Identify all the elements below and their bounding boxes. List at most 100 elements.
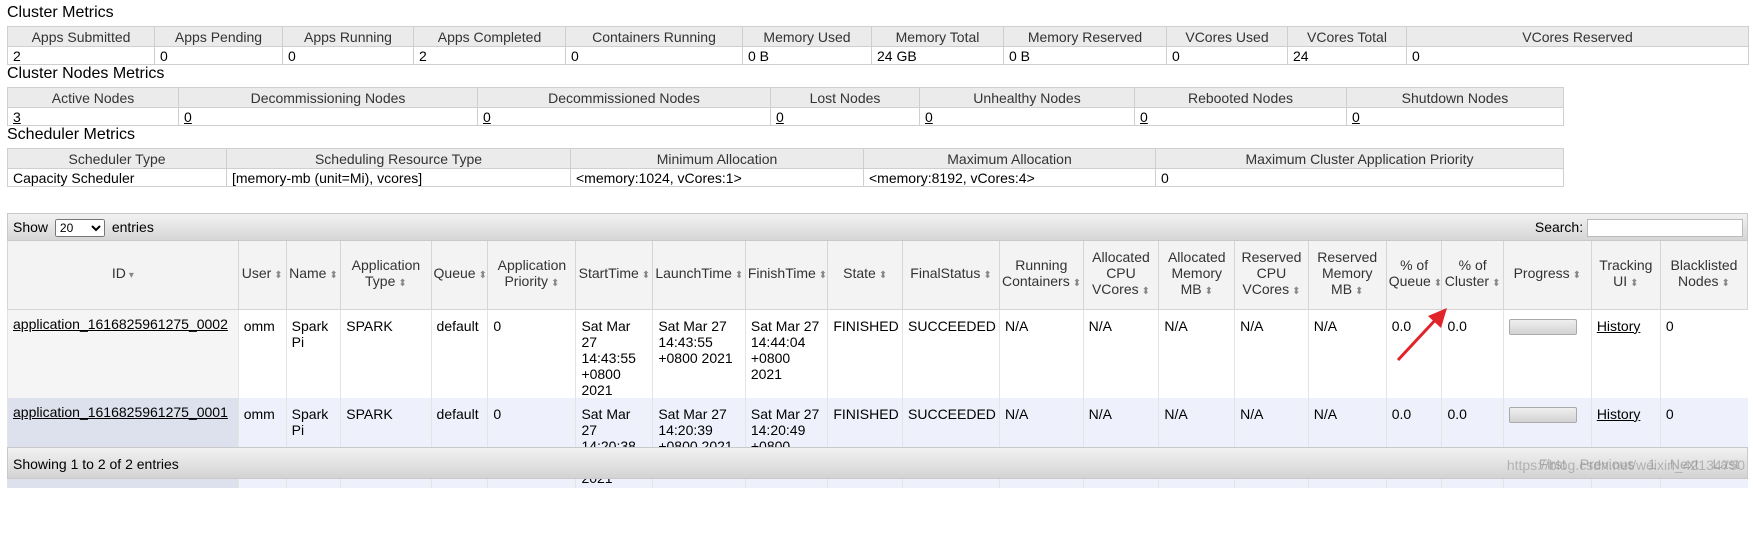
column-header-label: ID <box>111 265 126 282</box>
cluster-metrics-title: Cluster Metrics <box>7 4 114 21</box>
sort-icon: ⬍ <box>1630 278 1639 290</box>
sort-icon: ⬍ <box>329 270 338 282</box>
column-header[interactable]: % of Cluster ⬍ <box>1441 241 1504 310</box>
sort-icon: ⬍ <box>551 278 560 290</box>
final-status-cell: SUCCEEDED <box>902 309 1000 398</box>
column-header[interactable]: Name ⬍ <box>285 241 342 310</box>
sort-icon: ⬍ <box>1204 286 1213 298</box>
cluster_metrics-header: Apps Submitted <box>7 26 155 47</box>
column-header[interactable]: Running Containers ⬍ <box>998 241 1084 310</box>
column-header[interactable]: Tracking UI ⬍ <box>1590 241 1661 310</box>
user-cell: omm <box>237 309 287 398</box>
column-header[interactable]: Application Priority ⬍ <box>487 241 577 310</box>
nodes_metrics-value-link[interactable]: 3 <box>13 109 21 125</box>
column-header[interactable]: ID ▾ <box>7 241 239 310</box>
tracking-ui-link[interactable]: History <box>1597 406 1641 422</box>
cluster_metrics-header: VCores Total <box>1287 26 1407 47</box>
nodes_metrics-value-link[interactable]: 0 <box>1352 109 1360 125</box>
cluster_metrics-header: Containers Running <box>565 26 743 47</box>
scheduler_metrics-value: <memory:1024, vCores:1> <box>570 168 864 187</box>
alloc-vcores-cell: N/A <box>1082 309 1159 398</box>
column-header-label: StartTime <box>578 265 639 282</box>
scheduler_metrics-header: Maximum Cluster Application Priority <box>1155 148 1564 169</box>
nodes_metrics-cell: 0 <box>919 107 1135 126</box>
progress-cell <box>1502 309 1592 398</box>
cluster_metrics-header: Memory Total <box>871 26 1004 47</box>
nodes-metrics-table: Active Nodes Decommissioning Nodes Decommi… <box>7 87 1564 126</box>
column-header[interactable]: FinishTime ⬍ <box>744 241 829 310</box>
nodes_metrics-value-link[interactable]: 0 <box>925 109 933 125</box>
scheduler-metrics-table: Scheduler Type Scheduling Resource Type Mi… <box>7 148 1564 187</box>
nodes_metrics-value-link[interactable]: 0 <box>184 109 192 125</box>
application-id-link[interactable]: application_1616825961275_0002 <box>13 316 228 332</box>
res-mem-cell: N/A <box>1307 309 1387 398</box>
cluster_metrics-header: Apps Completed <box>413 26 566 47</box>
column-header[interactable]: Allocated CPU VCores ⬍ <box>1082 241 1160 310</box>
sort-icon: ⬍ <box>878 270 888 282</box>
nodes_metrics-value-link[interactable]: 0 <box>1140 109 1148 125</box>
column-header-label: Reserved Memory MB <box>1317 249 1378 298</box>
nodes_metrics-header: Rebooted Nodes <box>1134 87 1347 108</box>
scheduler_metrics-value: <memory:8192, vCores:4> <box>863 168 1156 187</box>
column-header[interactable]: State ⬍ <box>827 241 904 310</box>
column-header[interactable]: Application Type ⬍ <box>340 241 432 310</box>
cluster_metrics-value: 0 B <box>742 46 872 65</box>
column-header[interactable]: LaunchTime ⬍ <box>652 241 746 310</box>
sort-icon: ▾ <box>128 270 134 282</box>
search-input[interactable] <box>1587 219 1743 238</box>
sort-icon: ⬍ <box>478 270 487 282</box>
cluster_metrics-value: 0 <box>154 46 283 65</box>
column-header[interactable]: FinalStatus ⬍ <box>902 241 1000 310</box>
nodes_metrics-value-link[interactable]: 0 <box>483 109 491 125</box>
column-header[interactable]: % of Queue ⬍ <box>1385 241 1443 310</box>
tracking-ui-link[interactable]: History <box>1597 318 1641 334</box>
column-header[interactable]: Progress ⬍ <box>1502 241 1592 310</box>
alloc-mem-cell: N/A <box>1158 309 1235 398</box>
column-header[interactable]: User ⬍ <box>237 241 287 310</box>
nodes_metrics-header: Decommissioning Nodes <box>178 87 478 108</box>
column-header[interactable]: Reserved CPU VCores ⬍ <box>1234 241 1309 310</box>
nodes_metrics-value-link[interactable]: 0 <box>776 109 784 125</box>
cluster_metrics-header: Memory Used <box>742 26 872 47</box>
column-header[interactable]: Reserved Memory MB ⬍ <box>1307 241 1387 310</box>
nodes_metrics-cell: 0 <box>477 107 771 126</box>
scheduler_metrics-header: Scheduler Type <box>7 148 227 169</box>
cluster_metrics-header: VCores Reserved <box>1406 26 1749 47</box>
cluster_metrics-header: VCores Used <box>1166 26 1288 47</box>
page-size-select[interactable]: 20 <box>54 219 105 237</box>
column-header-label: Tracking UI <box>1599 257 1653 290</box>
nodes_metrics-header: Unhealthy Nodes <box>919 87 1135 108</box>
cluster_metrics-value: 0 <box>1166 46 1288 65</box>
cluster_metrics-header: Memory Reserved <box>1003 26 1167 47</box>
column-header[interactable]: Allocated Memory MB ⬍ <box>1158 241 1236 310</box>
application-id-link[interactable]: application_1616825961275_0001 <box>13 404 228 420</box>
res-vcores-cell: N/A <box>1234 309 1309 398</box>
progress-bar <box>1508 406 1577 423</box>
launch-cell: Sat Mar 27 14:43:55 +0800 2021 <box>652 309 746 398</box>
scheduler_metrics-value: 0 <box>1155 168 1564 187</box>
search-control: Search: <box>1535 219 1743 238</box>
column-header-label: FinalStatus <box>910 265 981 282</box>
column-header-label: User <box>241 265 272 282</box>
table-toolbar: Show 20 entries Search: <box>7 213 1748 241</box>
nodes_metrics-header: Shutdown Nodes <box>1346 87 1564 108</box>
sort-icon: ⬍ <box>1292 286 1301 298</box>
annotation-arrow-icon <box>1396 308 1447 362</box>
column-header-label: FinishTime <box>747 265 816 282</box>
cluster-metrics-table: Apps Submitted Apps Pending Apps Running Ap… <box>7 26 1749 65</box>
sort-icon: ⬍ <box>274 270 283 282</box>
column-header-label: % of Queue <box>1388 257 1431 290</box>
scheduler-metrics-title: Scheduler Metrics <box>7 126 136 143</box>
nodes_metrics-header: Decommissioned Nodes <box>477 87 771 108</box>
sort-icon: ⬍ <box>1141 286 1151 298</box>
column-header[interactable]: StartTime ⬍ <box>575 241 654 310</box>
column-header-label: Name <box>289 265 327 282</box>
sort-icon: ⬍ <box>1072 278 1082 290</box>
column-header[interactable]: Blacklisted Nodes ⬍ <box>1659 241 1749 310</box>
column-header[interactable]: Queue ⬍ <box>430 241 489 310</box>
tracking-cell: History <box>1590 309 1661 398</box>
cluster_metrics-value: 24 GB <box>871 46 1004 65</box>
column-header-label: Running Containers <box>1001 257 1070 290</box>
nodes_metrics-cell: 3 <box>7 107 179 126</box>
sort-icon: ⬍ <box>1572 270 1581 282</box>
